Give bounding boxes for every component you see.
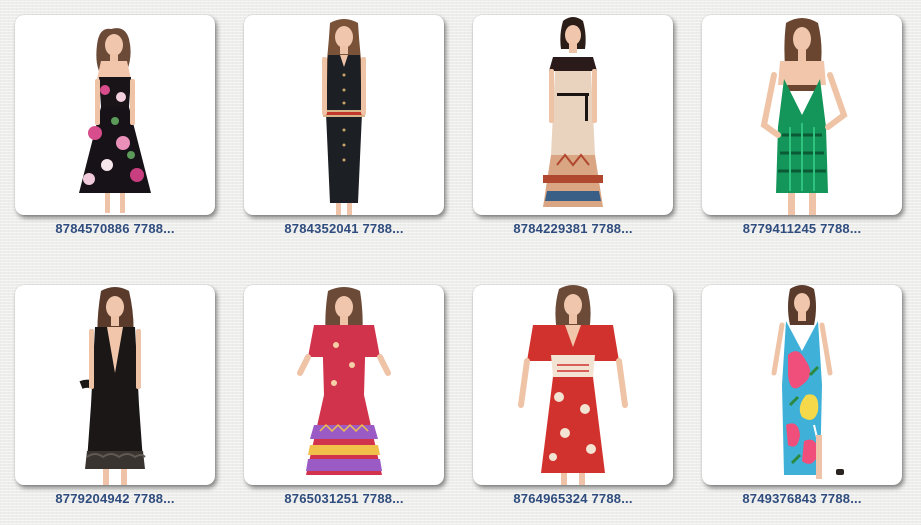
boho-print-dress-image xyxy=(297,287,391,475)
floral-dress-image xyxy=(79,28,151,213)
item-caption[interactable]: 8779411245 7788... xyxy=(702,221,902,236)
item-caption[interactable]: 8784352041 7788... xyxy=(244,221,444,236)
gallery-item[interactable]: 8779411245 7788... xyxy=(702,15,904,255)
gallery-item[interactable]: 8784352041 7788... xyxy=(244,15,446,255)
product-thumbnail[interactable] xyxy=(702,15,902,215)
product-thumbnail[interactable] xyxy=(15,15,215,215)
plunge-lace-dress-image xyxy=(79,287,146,485)
item-caption[interactable]: 8749376843 7788... xyxy=(702,491,902,506)
sequin-dress-image xyxy=(760,18,848,215)
item-caption[interactable]: 8765031251 7788... xyxy=(244,491,444,506)
kaftan-dress-image xyxy=(518,285,628,485)
gallery-item[interactable]: 8779204942 7788... xyxy=(15,285,217,525)
gallery-item[interactable]: 8749376843 7788... xyxy=(702,285,904,525)
item-caption[interactable]: 8784229381 7788... xyxy=(473,221,673,236)
product-thumbnail[interactable] xyxy=(473,15,673,215)
printed-maxi-dress-image xyxy=(543,17,603,207)
item-caption[interactable]: 8779204942 7788... xyxy=(15,491,215,506)
denim-shirt-dress-image xyxy=(322,19,366,215)
gallery-item[interactable]: 8764965324 7788... xyxy=(473,285,675,525)
product-thumbnail[interactable] xyxy=(473,285,673,485)
item-caption[interactable]: 8784570886 7788... xyxy=(15,221,215,236)
product-thumbnail[interactable] xyxy=(244,15,444,215)
gallery-item[interactable]: 8784570886 7788... xyxy=(15,15,217,255)
product-thumbnail[interactable] xyxy=(244,285,444,485)
gallery-item[interactable]: 8784229381 7788... xyxy=(473,15,675,255)
gallery-item[interactable]: 8765031251 7788... xyxy=(244,285,446,525)
item-caption[interactable]: 8764965324 7788... xyxy=(473,491,673,506)
tropical-maxi-dress-image xyxy=(771,285,844,479)
image-gallery: 8784570886 7788... 8784352041 7788... 87… xyxy=(0,0,921,524)
product-thumbnail[interactable] xyxy=(702,285,902,485)
product-thumbnail[interactable] xyxy=(15,285,215,485)
